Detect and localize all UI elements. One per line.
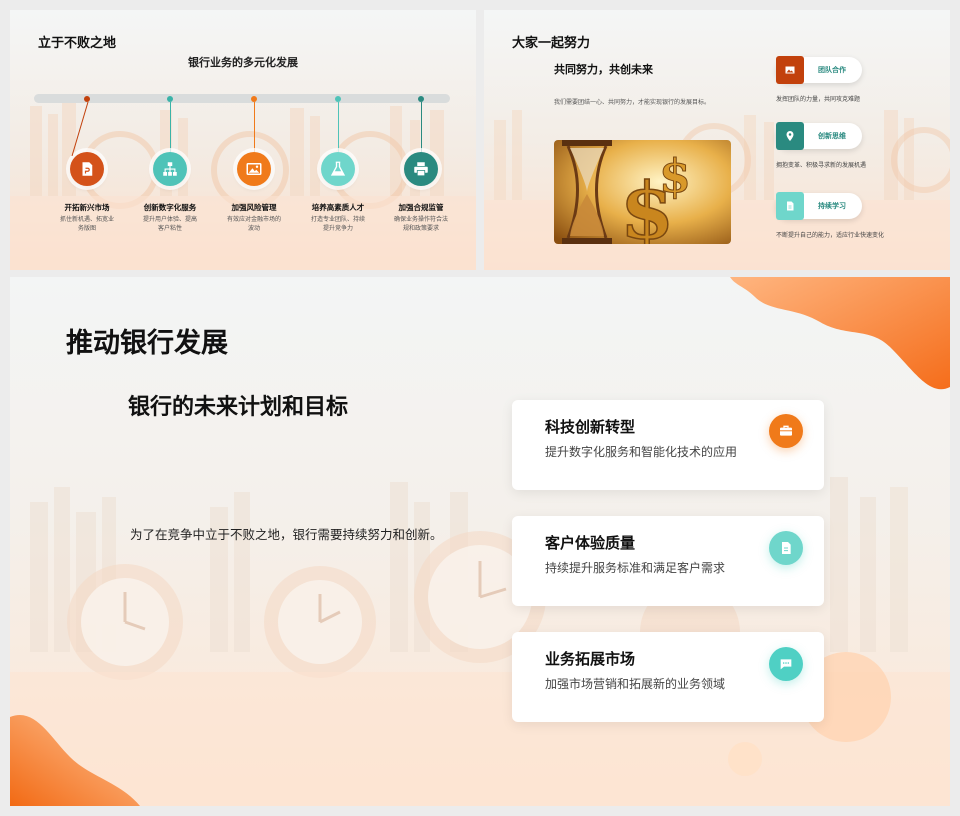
timeline-step-new-markets: 开拓新兴市场 抓住新机遇、拓宽业务版图 [42, 92, 132, 233]
timeline-step-title: 加强风险管理 [231, 203, 277, 212]
flask-icon [330, 161, 346, 176]
slide-subtitle: 银行业务的多元化发展 [188, 56, 298, 69]
document-icon [787, 201, 794, 211]
location-icon [786, 131, 794, 141]
timeline-step-title: 创新数字化服务 [143, 203, 197, 212]
goal-card-desc: 提升数字化服务和智能化技术的应用 [545, 445, 738, 459]
timeline-connector [253, 102, 255, 152]
item-label: 创新思维 [818, 132, 846, 140]
item-continuous-learning: 持续学习 [776, 192, 862, 220]
goal-card-title: 客户体验质量 [545, 534, 636, 552]
hourglass-dollar-icon: $ $ [554, 140, 731, 244]
slide-work-together[interactable]: 大家一起努力 共同努力，共创未来 我们需要团结一心、共同努力，才能实现银行的发展… [484, 10, 950, 270]
timeline-step-icon-circle [404, 152, 438, 186]
svg-text:$: $ [659, 149, 691, 203]
slide-title: 立于不败之地 [38, 36, 117, 51]
timeline-connector [71, 102, 89, 156]
slide-subtitle: 银行的未来计划和目标 [128, 395, 349, 420]
goal-card-icon-circle [769, 647, 803, 681]
timeline-step-title: 开拓新兴市场 [64, 203, 110, 212]
item-desc: 发挥团队的力量，共同攻克难题 [776, 96, 861, 103]
document-icon [82, 162, 93, 176]
goal-card-title: 科技创新转型 [545, 418, 636, 436]
document-icon [782, 542, 791, 554]
timeline-step-title: 加强合规监管 [398, 203, 444, 212]
timeline-step-title: 培养高素质人才 [311, 203, 365, 212]
image-icon [785, 66, 795, 74]
timeline-connector [420, 102, 422, 152]
briefcase-icon [780, 425, 792, 436]
slide-promote-bank-development[interactable]: 推动银行发展 银行的未来计划和目标 为了在竞争中立于不败之地，银行需要持续努力和… [10, 277, 950, 806]
timeline-step-talent: 培养高素质人才 打造专业团队、持续提升竞争力 [293, 92, 383, 233]
timeline-step-desc: 抓住新机遇、拓宽业务版图 [59, 216, 114, 232]
slide-title: 推动银行发展 [66, 328, 228, 359]
timeline-step-icon-circle [321, 152, 355, 186]
timeline-step-compliance: 加强合规监管 确保业务操作符合法规和政策要求 [376, 92, 466, 233]
sitemap-icon [163, 162, 177, 176]
goal-card-market-expansion: 业务拓展市场 加强市场营销和拓展新的业务领域 [512, 632, 824, 722]
chat-icon [780, 659, 792, 670]
timeline-step-icon-circle [70, 152, 104, 186]
timeline-connector [169, 102, 171, 152]
timeline-step-desc: 打造专业团队、持续提升竞争力 [310, 216, 365, 232]
item-desc: 不断提升自己的能力，适应行业快速变化 [776, 232, 885, 239]
slide-subtitle: 共同努力，共创未来 [554, 63, 653, 76]
goal-card-icon-circle [769, 531, 803, 565]
item-label: 团队合作 [818, 66, 846, 74]
printer-icon [414, 162, 428, 177]
image-icon [246, 163, 262, 175]
hourglass-money-photo: $ $ [554, 140, 731, 244]
timeline-connector [337, 102, 339, 152]
item-icon-square [776, 56, 804, 84]
item-teamwork: 团队合作 [776, 56, 862, 84]
item-icon-square [776, 192, 804, 220]
timeline-step-icon-circle [237, 152, 271, 186]
slide-description: 我们需要团结一心、共同努力，才能实现银行的发展目标。 [554, 99, 711, 106]
timeline-step-desc: 确保业务操作符合法规和政策要求 [393, 216, 448, 232]
timeline-step-icon-circle [153, 152, 187, 186]
timeline-step-risk-management: 加强风险管理 有效应对金融市场的波动 [209, 92, 299, 233]
timeline-step-desc: 提升用户体验、提高客户粘性 [142, 216, 197, 232]
slide-diversified-development[interactable]: 立于不败之地 银行业务的多元化发展 开拓新兴市场 抓住新机遇、拓宽业务版图 创新… [10, 10, 476, 270]
timeline-step-desc: 有效应对金融市场的波动 [226, 216, 281, 232]
goal-card-title: 业务拓展市场 [545, 650, 636, 668]
item-icon-square [776, 122, 804, 150]
goal-card-desc: 持续提升服务标准和满足客户需求 [545, 561, 726, 575]
item-label: 持续学习 [818, 202, 846, 210]
item-desc: 拥抱变革、积极寻求新的发展机遇 [776, 162, 867, 169]
goal-card-desc: 加强市场营销和拓展新的业务领域 [545, 677, 726, 691]
goal-card-tech-innovation: 科技创新转型 提升数字化服务和智能化技术的应用 [512, 400, 824, 490]
slide-description: 为了在竞争中立于不败之地，银行需要持续努力和创新。 [130, 527, 443, 542]
item-innovation: 创新思维 [776, 122, 862, 150]
slide-title: 大家一起努力 [512, 36, 591, 51]
goal-card-icon-circle [769, 414, 803, 448]
goal-card-customer-experience: 客户体验质量 持续提升服务标准和满足客户需求 [512, 516, 824, 606]
timeline-step-digital-services: 创新数字化服务 提升用户体验、提高客户粘性 [125, 92, 215, 233]
